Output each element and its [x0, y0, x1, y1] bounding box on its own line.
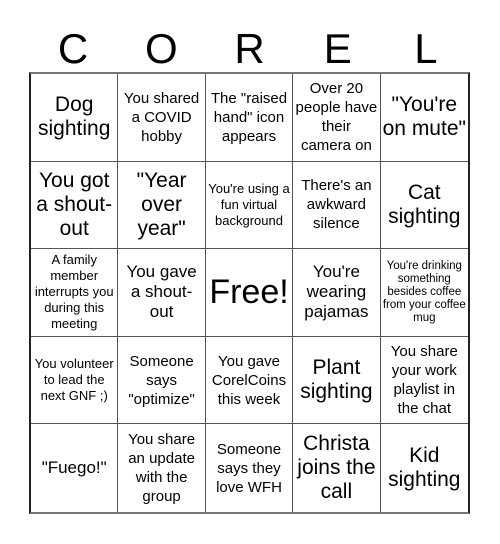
- bingo-header: C O R E L: [29, 22, 470, 72]
- bingo-cell-text: You're using a fun virtual background: [208, 180, 290, 228]
- bingo-cell-text: Christa joins the call: [297, 432, 376, 504]
- bingo-cell[interactable]: There's an awkward silence: [293, 161, 381, 250]
- header-letter-r: R: [234, 25, 265, 72]
- bingo-cell-text: Plant sighting: [300, 356, 373, 404]
- bingo-cell-text: You share your work playlist in the chat: [390, 343, 458, 418]
- bingo-cell-text: "Year over year": [136, 168, 187, 240]
- bingo-cell-text: You share an update with the group: [128, 431, 196, 506]
- bingo-cell[interactable]: You gave CorelCoins this week: [205, 336, 294, 425]
- bingo-cell[interactable]: You share an update with the group: [118, 424, 206, 512]
- bingo-cell-text: You gave CorelCoins this week: [211, 352, 287, 408]
- bingo-cell[interactable]: You shared a COVID hobby: [118, 74, 206, 162]
- bingo-cell-text: Someone says they love WFH: [216, 440, 282, 496]
- bingo-cell-text: "Fuego!": [41, 458, 107, 478]
- bingo-cell-text: Someone says "optimize": [128, 352, 195, 408]
- bingo-cell-text: Over 20 people have their camera on: [295, 80, 378, 155]
- bingo-cell[interactable]: You gave a shout-out: [118, 249, 206, 337]
- bingo-cell-text: "You're on mute": [382, 93, 466, 141]
- bingo-cell[interactable]: You got a shout-out: [31, 161, 119, 250]
- bingo-cell[interactable]: "Year over year": [118, 161, 206, 250]
- bingo-cell[interactable]: You're wearing pajamas: [293, 249, 381, 337]
- bingo-cell[interactable]: "Fuego!": [31, 424, 119, 512]
- header-letter-l: L: [414, 25, 438, 72]
- bingo-cell-text: Dog sighting: [38, 93, 111, 141]
- bingo-cell-text: Free!: [209, 273, 289, 312]
- bingo-cell-text: The "raised hand" icon appears: [210, 89, 288, 145]
- bingo-cell[interactable]: Cat sighting: [380, 162, 468, 250]
- header-letter-o: O: [144, 25, 178, 72]
- bingo-cell-text: You gave a shout-out: [126, 262, 197, 322]
- bingo-cell-text: You got a shout-out: [36, 168, 113, 240]
- bingo-cell[interactable]: The "raised hand" icon appears: [205, 74, 294, 162]
- header-letter-e: E: [323, 25, 352, 72]
- bingo-cell[interactable]: Dog sighting: [31, 74, 119, 162]
- bingo-cell-text: A family member interrupts you during th…: [34, 252, 114, 332]
- bingo-cell-text: Cat sighting: [388, 180, 461, 228]
- bingo-cell[interactable]: Plant sighting: [293, 336, 381, 425]
- bingo-board: Dog sighting You shared a COVID hobby The …: [29, 72, 470, 514]
- bingo-cell[interactable]: Over 20 people have their camera on: [293, 74, 381, 162]
- bingo-cell-free[interactable]: Free!: [205, 249, 294, 337]
- bingo-cell-text: You're wearing pajamas: [304, 262, 369, 322]
- bingo-cell[interactable]: Kid sighting: [381, 424, 468, 512]
- bingo-cell-text: Kid sighting: [388, 444, 461, 492]
- bingo-cell[interactable]: A family member interrupts you during th…: [31, 249, 119, 337]
- header-letter-c: C: [57, 25, 89, 72]
- bingo-cell-text: You shared a COVID hobby: [123, 89, 200, 145]
- bingo-cell[interactable]: You're using a fun virtual background: [205, 161, 294, 250]
- bingo-cell[interactable]: Someone says "optimize": [118, 336, 206, 425]
- bingo-cell-text: There's an awkward silence: [301, 177, 372, 233]
- bingo-cell[interactable]: You volunteer to lead the next GNF ;): [31, 336, 119, 425]
- bingo-cell[interactable]: Someone says they love WFH: [206, 424, 294, 512]
- bingo-cell[interactable]: "You're on mute": [380, 74, 468, 162]
- bingo-cell[interactable]: Christa joins the call: [293, 424, 381, 512]
- bingo-cell[interactable]: You're drinking something besides coffee…: [380, 249, 468, 337]
- bingo-cell-text: You volunteer to lead the next GNF ;): [34, 356, 114, 404]
- bingo-cell[interactable]: You share your work playlist in the chat: [380, 337, 468, 425]
- bingo-cell-text: You're drinking something besides coffee…: [382, 259, 466, 324]
